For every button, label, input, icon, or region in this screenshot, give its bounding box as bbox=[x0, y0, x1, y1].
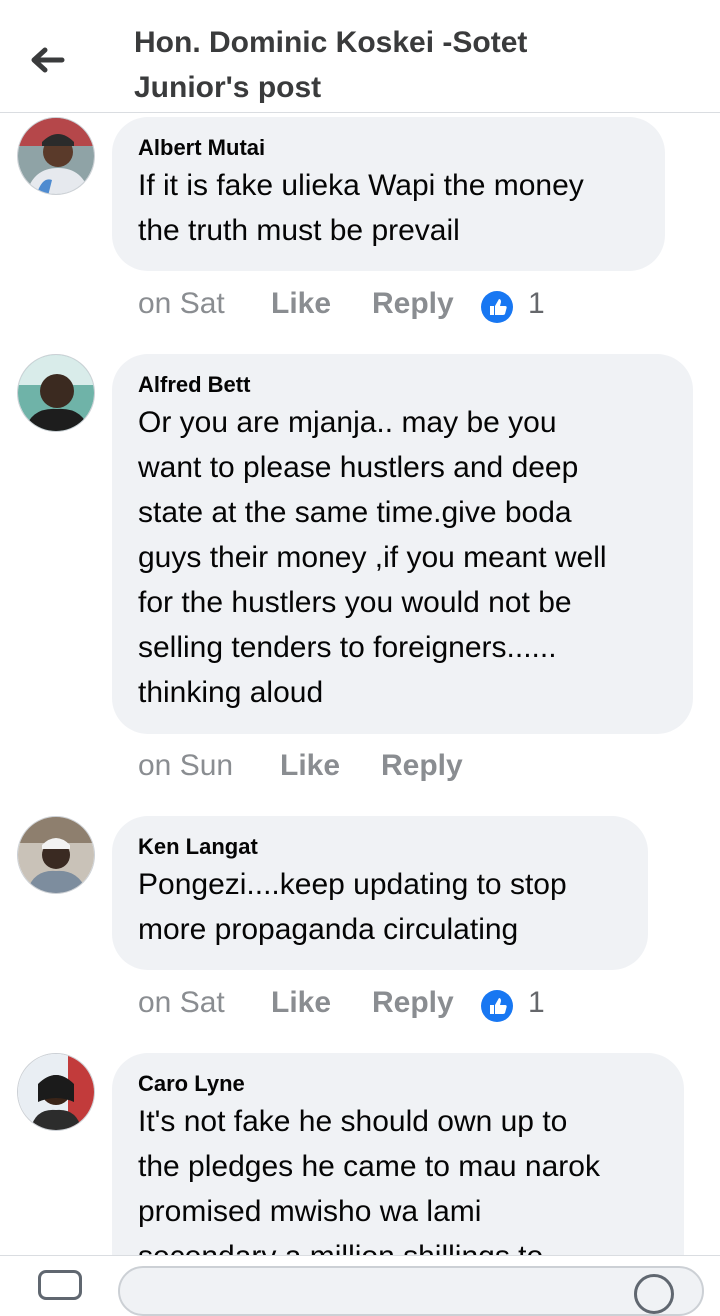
comment-text-line: If it is fake ulieka Wapi the money bbox=[138, 169, 584, 202]
camera-icon[interactable] bbox=[38, 1270, 82, 1300]
page-title-line1: Hon. Dominic Koskei -Sotet bbox=[134, 26, 528, 59]
comment-actions: on Sat Like Reply 1 bbox=[138, 287, 720, 327]
avatar[interactable] bbox=[17, 1053, 95, 1131]
comment-time: on Sat bbox=[138, 287, 225, 320]
page-title: Hon. Dominic Koskei -Sotet Junior's post bbox=[134, 20, 694, 110]
comment-author[interactable]: Albert Mutai bbox=[138, 133, 639, 163]
comment-actions: on Sat Like Reply 1 bbox=[138, 986, 720, 1026]
comment-text-line: state at the same time.give boda bbox=[138, 496, 572, 529]
comment-text-line: for the hustlers you would not be bbox=[138, 586, 572, 619]
comment-text-line: It's not fake he should own up to bbox=[138, 1105, 568, 1138]
reply-button[interactable]: Reply bbox=[372, 287, 454, 321]
comment-text-line: want to please hustlers and deep bbox=[138, 451, 579, 484]
comment-text-line: thinking aloud bbox=[138, 676, 324, 709]
like-button[interactable]: Like bbox=[280, 749, 340, 783]
comment-text-line: Pongezi....keep updating to stop bbox=[138, 868, 567, 901]
page-title-line2: Junior's post bbox=[134, 71, 322, 104]
back-button[interactable] bbox=[26, 38, 70, 82]
emoji-icon[interactable] bbox=[634, 1274, 674, 1314]
reaction-count[interactable]: 1 bbox=[528, 287, 545, 321]
reply-button[interactable]: Reply bbox=[372, 986, 454, 1020]
comment-text-line: guys their money ,if you meant well bbox=[138, 541, 607, 574]
comment-author[interactable]: Ken Langat bbox=[138, 832, 622, 862]
avatar[interactable] bbox=[17, 117, 95, 195]
thumbs-up-icon[interactable] bbox=[481, 990, 513, 1022]
comment-bubble[interactable]: Alfred Bett Or you are mjanja.. may be y… bbox=[112, 354, 693, 734]
comment-author[interactable]: Alfred Bett bbox=[138, 370, 667, 400]
comment-text-line: the pledges he came to mau narok bbox=[138, 1150, 600, 1183]
comment-author[interactable]: Caro Lyne bbox=[138, 1069, 658, 1099]
comment-text-line: the truth must be prevail bbox=[138, 214, 460, 247]
comment-bubble[interactable]: Caro Lyne It's not fake he should own up… bbox=[112, 1053, 684, 1283]
comment-time: on Sun bbox=[138, 749, 234, 782]
comment-composer-bar bbox=[0, 1255, 720, 1316]
comment-text-line: selling tenders to foreigners...... bbox=[138, 631, 557, 664]
reply-button[interactable]: Reply bbox=[381, 749, 463, 783]
like-button[interactable]: Like bbox=[271, 287, 331, 321]
comment-input[interactable] bbox=[118, 1266, 704, 1316]
comment-bubble[interactable]: Ken Langat Pongezi....keep updating to s… bbox=[112, 816, 648, 970]
comment-bubble[interactable]: Albert Mutai If it is fake ulieka Wapi t… bbox=[112, 117, 665, 271]
thumbs-up-icon[interactable] bbox=[481, 291, 513, 323]
like-button[interactable]: Like bbox=[271, 986, 331, 1020]
post-header: Hon. Dominic Koskei -Sotet Junior's post bbox=[0, 0, 720, 113]
avatar[interactable] bbox=[17, 816, 95, 894]
avatar[interactable] bbox=[17, 354, 95, 432]
arrow-left-icon bbox=[31, 47, 65, 73]
comment-text-line: more propaganda circulating bbox=[138, 913, 519, 946]
comment-text-line: Or you are mjanja.. may be you bbox=[138, 406, 557, 439]
comment-text-line: promised mwisho wa lami bbox=[138, 1195, 482, 1228]
comment-actions: on Sun Like Reply bbox=[138, 749, 720, 789]
comment-time: on Sat bbox=[138, 986, 225, 1019]
reaction-count[interactable]: 1 bbox=[528, 986, 545, 1020]
